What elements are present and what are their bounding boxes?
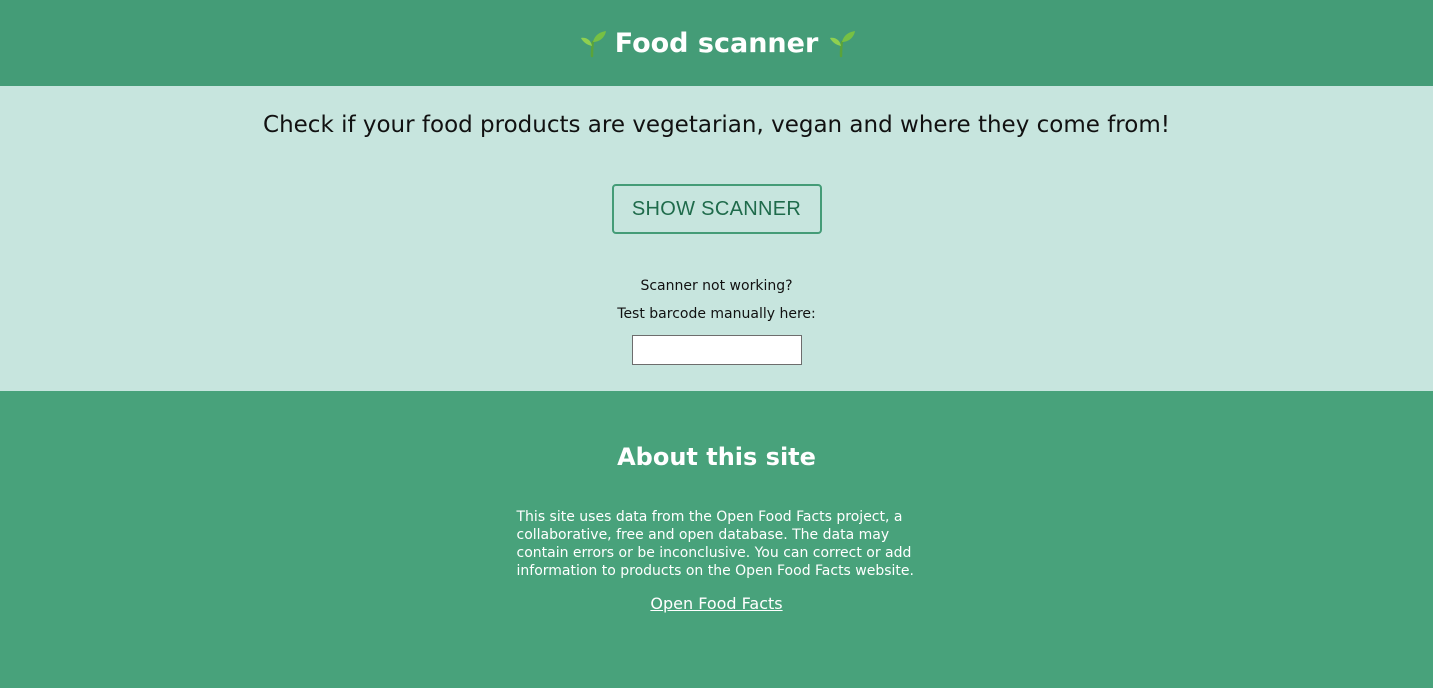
about-text: This site uses data from the Open Food F… bbox=[516, 509, 915, 579]
site-title: Food scanner bbox=[577, 28, 857, 59]
scanner-section: Check if your food products are vegetari… bbox=[0, 86, 1433, 391]
seedling-icon bbox=[826, 28, 856, 58]
scanner-help-text: Scanner not working? bbox=[640, 278, 793, 294]
seedling-icon bbox=[577, 28, 607, 58]
about-section: About this site This site uses data from… bbox=[0, 391, 1433, 688]
manual-barcode-label: Test barcode manually here: bbox=[617, 306, 816, 322]
site-header: Food scanner bbox=[0, 0, 1433, 86]
tagline: Check if your food products are vegetari… bbox=[263, 112, 1170, 138]
open-food-facts-link[interactable]: Open Food Facts bbox=[650, 594, 782, 613]
site-title-text: Food scanner bbox=[614, 27, 819, 59]
barcode-input[interactable] bbox=[631, 335, 802, 365]
show-scanner-button[interactable]: SHOW SCANNER bbox=[611, 184, 822, 234]
about-title: About this site bbox=[617, 443, 816, 471]
